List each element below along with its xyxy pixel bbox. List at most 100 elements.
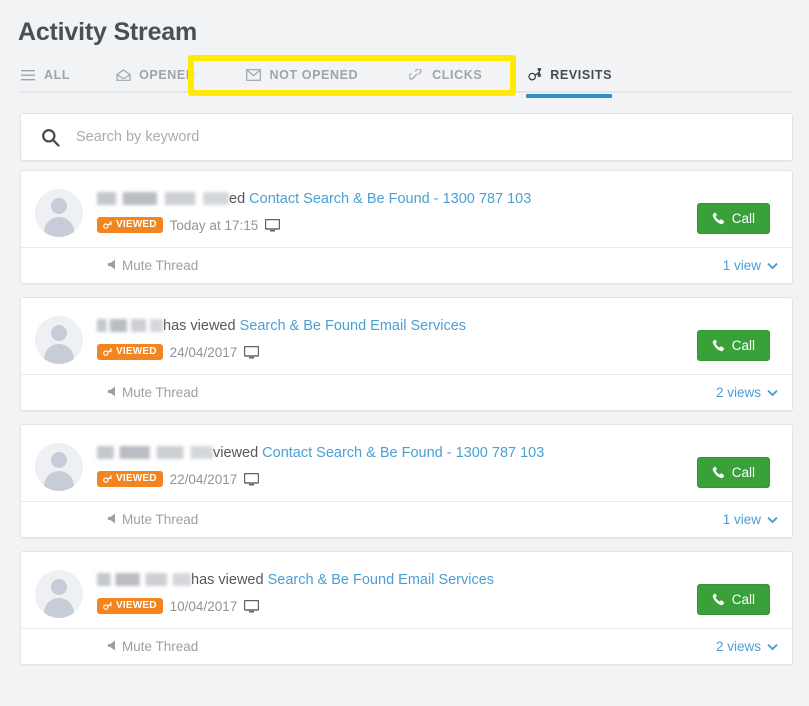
activity-card-content: viewed Contact Search & Be Found - 1300 … — [97, 441, 697, 487]
mute-icon — [107, 258, 116, 273]
views-count-label: 2 views — [715, 385, 761, 400]
redacted-contact-name — [97, 319, 163, 332]
activity-subject-link[interactable]: Contact Search & Be Found - 1300 787 103 — [249, 191, 531, 207]
activity-card-list: ed Contact Search & Be Found - 1300 787 … — [20, 170, 793, 678]
status-badge-label: VIEWED — [116, 219, 157, 230]
mute-thread-label: Mute Thread — [122, 639, 199, 654]
activity-timestamp: 10/04/2017 — [169, 598, 238, 614]
mute-thread-button[interactable]: Mute Thread — [107, 258, 198, 273]
sprocket-icon — [526, 68, 542, 82]
tab-not-opened-label: NOT OPENED — [269, 68, 359, 82]
mute-thread-label: Mute Thread — [122, 512, 199, 527]
chevron-down-icon — [767, 262, 778, 270]
activity-headline: ed Contact Search & Be Found - 1300 787 … — [97, 189, 697, 209]
activity-card: has viewed Search & Be Found Email Servi… — [20, 297, 793, 411]
activity-timestamp: 24/04/2017 — [169, 344, 238, 360]
tab-opened[interactable]: OPENED — [115, 60, 195, 90]
activity-card-body: has viewed Search & Be Found Email Servi… — [21, 552, 792, 628]
activity-card-body: has viewed Search & Be Found Email Servi… — [21, 298, 792, 374]
chevron-down-icon — [767, 516, 778, 524]
call-button[interactable]: Call — [696, 457, 770, 488]
activity-card-footer: Mute Thread 1 view — [21, 501, 792, 537]
call-button[interactable]: Call — [696, 330, 770, 361]
sprocket-icon — [102, 601, 113, 611]
call-button[interactable]: Call — [696, 584, 770, 615]
tab-clicks[interactable]: CLICKS — [408, 60, 482, 90]
mute-thread-label: Mute Thread — [122, 258, 199, 273]
mute-thread-button[interactable]: Mute Thread — [107, 385, 198, 400]
redacted-contact-name — [97, 446, 213, 459]
activity-headline: has viewed Search & Be Found Email Servi… — [97, 316, 697, 336]
activity-subject-link[interactable]: Contact Search & Be Found - 1300 787 103 — [262, 445, 544, 461]
phone-icon — [712, 339, 725, 352]
mute-thread-button[interactable]: Mute Thread — [107, 639, 198, 654]
desktop-monitor-icon — [244, 345, 260, 359]
search-icon — [41, 128, 60, 147]
redacted-contact-name — [97, 192, 229, 205]
activity-card-content: has viewed Search & Be Found Email Servi… — [97, 314, 697, 360]
sprocket-icon — [102, 474, 113, 484]
call-button-label: Call — [731, 338, 755, 353]
activity-timestamp: Today at 17:15 — [169, 217, 259, 233]
mute-icon — [107, 385, 116, 400]
search-input[interactable] — [74, 128, 792, 146]
activity-meta: VIEWED 24/04/2017 — [97, 344, 697, 360]
activity-meta: VIEWED 22/04/2017 — [97, 471, 697, 487]
activity-card: has viewed Search & Be Found Email Servi… — [20, 551, 793, 665]
activity-card: ed Contact Search & Be Found - 1300 787 … — [20, 170, 793, 284]
sprocket-icon — [102, 347, 113, 357]
call-button-label: Call — [731, 592, 755, 607]
active-tab-underline — [526, 94, 613, 98]
call-button[interactable]: Call — [696, 203, 770, 234]
activity-verb: has viewed — [163, 318, 236, 334]
activity-meta: VIEWED Today at 17:15 — [97, 217, 697, 233]
phone-icon — [712, 212, 725, 225]
redacted-contact-name — [97, 573, 191, 586]
tab-clicks-label: CLICKS — [432, 68, 483, 82]
activity-subject-link[interactable]: Search & Be Found Email Services — [268, 572, 494, 588]
call-button-label: Call — [731, 465, 755, 480]
activity-filter-tabs: ALL OPENED NOT OPENED CLICKS REVISITS — [16, 60, 793, 98]
tab-all[interactable]: ALL — [20, 60, 70, 90]
activity-card-footer: Mute Thread 2 views — [21, 374, 792, 410]
tab-revisits[interactable]: REVISITS — [526, 60, 613, 98]
views-toggle[interactable]: 2 views — [716, 385, 778, 400]
status-badge-label: VIEWED — [116, 346, 157, 357]
call-button-label: Call — [731, 211, 755, 226]
mute-thread-button[interactable]: Mute Thread — [107, 512, 198, 527]
tab-revisits-label: REVISITS — [550, 68, 613, 82]
activity-card-body: ed Contact Search & Be Found - 1300 787 … — [21, 171, 792, 247]
views-toggle[interactable]: 1 view — [723, 258, 778, 273]
mute-thread-label: Mute Thread — [122, 385, 199, 400]
activity-verb: ed — [229, 191, 246, 207]
link-chain-icon — [408, 68, 424, 82]
tab-not-opened[interactable]: NOT OPENED — [246, 60, 359, 90]
status-badge: VIEWED — [97, 344, 163, 360]
activity-card: viewed Contact Search & Be Found - 1300 … — [20, 424, 793, 538]
phone-icon — [712, 466, 725, 479]
tabs-divider — [20, 91, 793, 93]
status-badge: VIEWED — [97, 598, 163, 614]
activity-verb: has viewed — [191, 572, 264, 588]
activity-subject-link[interactable]: Search & Be Found Email Services — [240, 318, 466, 334]
views-toggle[interactable]: 1 view — [723, 512, 778, 527]
activity-card-footer: Mute Thread 1 view — [21, 247, 792, 283]
avatar — [35, 316, 83, 364]
mute-icon — [107, 639, 116, 654]
search-bar[interactable] — [20, 113, 793, 161]
activity-stream-page: Activity Stream ALL OPENED NOT OPENED CL… — [0, 0, 809, 706]
activity-verb: viewed — [213, 445, 259, 461]
views-count-label: 1 view — [722, 512, 761, 527]
activity-card-content: ed Contact Search & Be Found - 1300 787 … — [97, 187, 697, 233]
envelope-closed-icon — [246, 68, 262, 82]
status-badge: VIEWED — [97, 471, 163, 487]
phone-icon — [712, 593, 725, 606]
activity-timestamp: 22/04/2017 — [169, 471, 238, 487]
activity-meta: VIEWED 10/04/2017 — [97, 598, 697, 614]
views-toggle[interactable]: 2 views — [716, 639, 778, 654]
tab-opened-label: OPENED — [139, 68, 196, 82]
status-badge-label: VIEWED — [116, 473, 157, 484]
activity-card-footer: Mute Thread 2 views — [21, 628, 792, 664]
chevron-down-icon — [767, 389, 778, 397]
activity-headline: has viewed Search & Be Found Email Servi… — [97, 570, 697, 590]
